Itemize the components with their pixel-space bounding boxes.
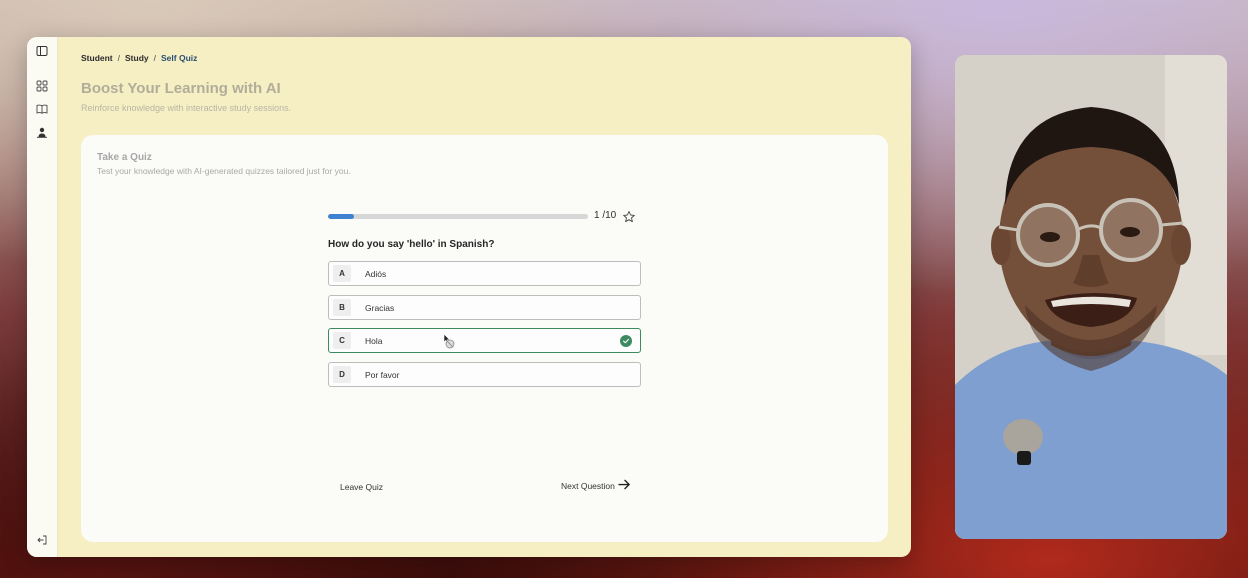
arrow-right-icon [618, 479, 631, 492]
progress-fill [328, 214, 354, 219]
option-text: Hola [365, 336, 383, 346]
progress-count: 1 /10 [594, 210, 617, 221]
quiz-card: Take a Quiz Test your knowledge with AI-… [81, 135, 888, 542]
app-window: Student / Study / Self Quiz Boost Your L… [27, 37, 911, 557]
logout-icon[interactable] [35, 533, 49, 547]
option-text: Adiós [365, 269, 387, 279]
next-question-label: Next Question [561, 480, 615, 491]
breadcrumb-self-quiz: Self Quiz [161, 53, 198, 63]
breadcrumb: Student / Study / Self Quiz [81, 53, 197, 63]
dashboard-icon[interactable] [35, 79, 49, 93]
page-subtitle: Reinforce knowledge with interactive stu… [81, 103, 292, 113]
sidebar-toggle-icon[interactable] [35, 44, 49, 58]
progress-bar [328, 214, 588, 219]
option-letter: D [333, 365, 351, 383]
option-text: Gracias [365, 302, 395, 313]
option-letter: A [333, 265, 351, 282]
page-title: Boost Your Learning with AI [81, 80, 281, 97]
breadcrumb-student[interactable]: Student [81, 53, 113, 63]
option-b[interactable]: B Gracias [328, 294, 641, 320]
book-icon[interactable] [35, 102, 49, 116]
webcam-feed [955, 55, 1227, 539]
options-list: A Adiós B Gracias C Hola D Por favor [328, 261, 641, 395]
icon-rail [27, 37, 58, 557]
option-text: Por favor [365, 369, 400, 380]
cursor-icon [443, 333, 457, 351]
question-text: How do you say 'hello' in Spanish? [328, 239, 495, 250]
card-subtitle: Test your knowledge with AI-generated qu… [97, 166, 351, 176]
star-icon[interactable] [622, 210, 636, 224]
option-letter: B [333, 298, 351, 316]
presenter-video [955, 55, 1227, 539]
quiz-panel: 1 /10 How do you say 'hello' in Spanish?… [328, 209, 641, 492]
card-title: Take a Quiz [97, 152, 152, 163]
leave-quiz-button[interactable]: Leave Quiz [340, 482, 383, 492]
option-a[interactable]: A Adiós [328, 261, 641, 286]
option-c[interactable]: C Hola [328, 328, 641, 353]
progress-row: 1 /10 [328, 209, 641, 225]
breadcrumb-separator: / [117, 53, 121, 63]
check-circle-icon [620, 335, 632, 347]
breadcrumb-separator: / [153, 53, 157, 63]
upload-user-icon[interactable] [35, 125, 49, 139]
breadcrumb-study[interactable]: Study [125, 53, 149, 63]
option-letter: C [333, 332, 351, 349]
option-d[interactable]: D Por favor [328, 361, 641, 387]
next-question-button[interactable]: Next Question [561, 479, 631, 492]
